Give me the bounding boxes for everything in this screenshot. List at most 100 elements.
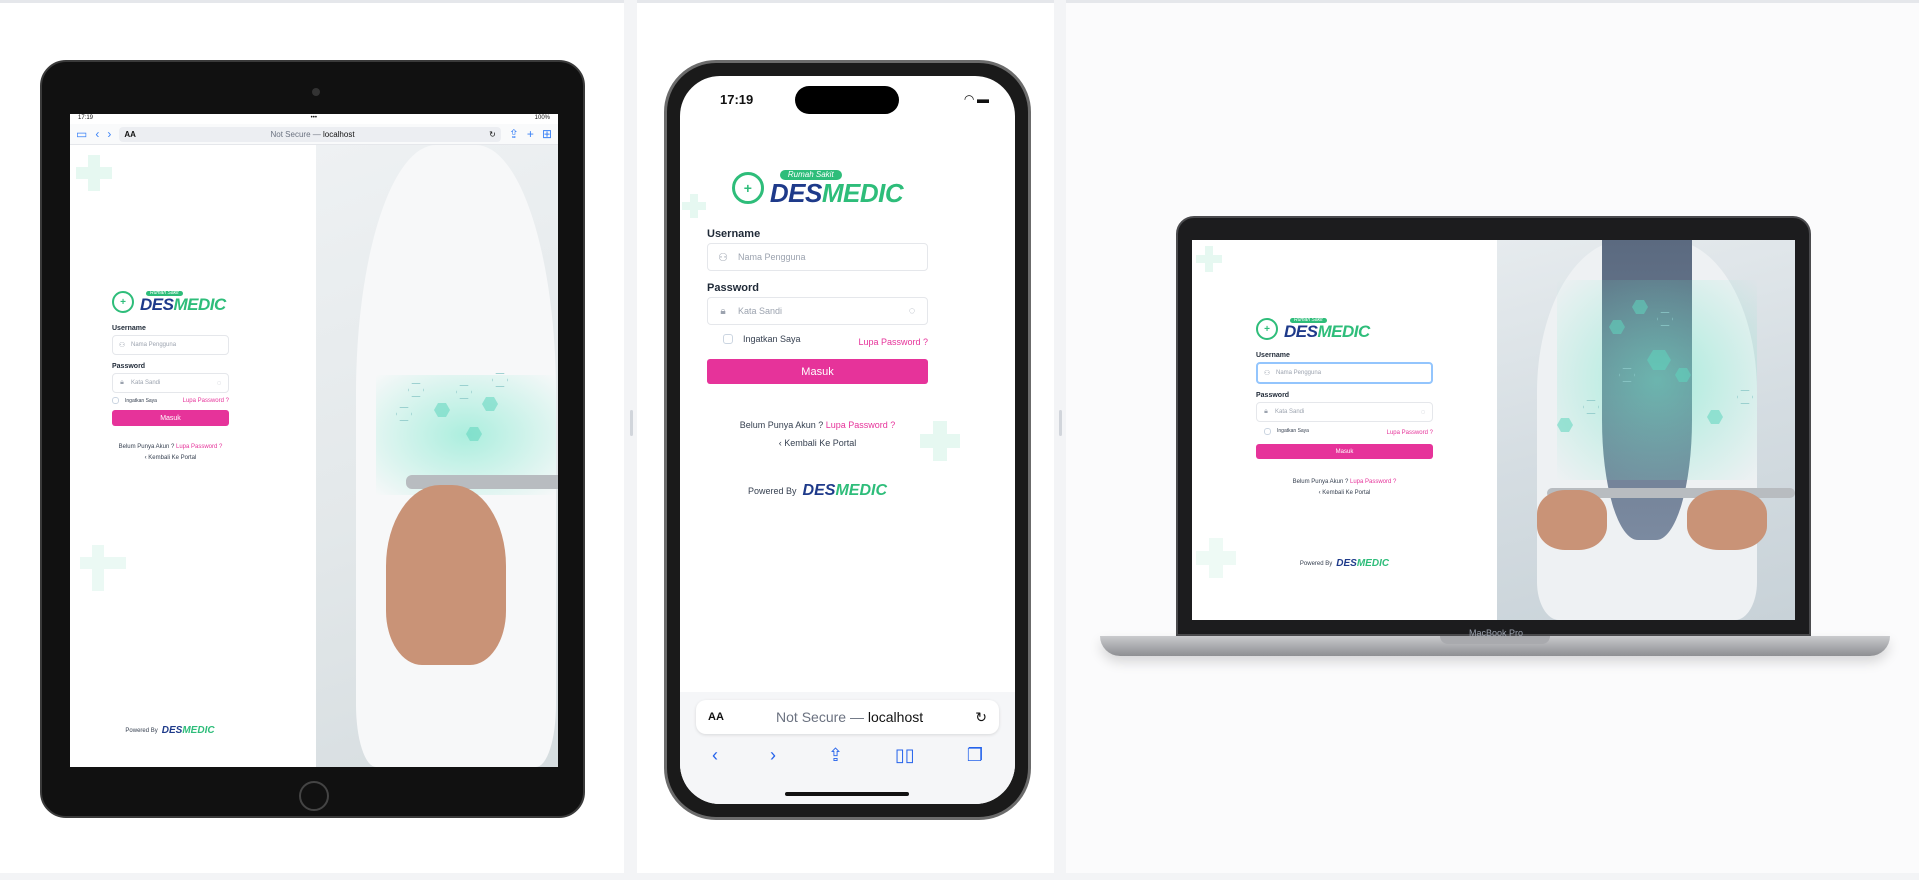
decor-cross-icon	[1196, 246, 1222, 272]
back-icon[interactable]: ‹	[712, 745, 718, 766]
address-bar[interactable]: AA Not Secure — localhost ↻	[119, 126, 501, 142]
phone-screen: 17:19 ◠ ▬ Rumah Sakit DESMEDIC Username …	[680, 76, 1015, 804]
hand-shape	[386, 485, 506, 665]
password-input[interactable]: 🔒︎ Kata Sandi ◌	[112, 373, 229, 393]
doctor-illustration	[1497, 240, 1795, 620]
register-link[interactable]: Lupa Password ?	[1350, 479, 1396, 485]
tabs-grid-icon[interactable]: ⊞	[542, 127, 552, 141]
lock-icon: 🔒︎	[1264, 408, 1268, 415]
forward-icon[interactable]: ›	[770, 745, 776, 766]
stethoscope-icon	[112, 291, 134, 313]
desmedic-logo: Rumah Sakit DESMEDIC	[707, 170, 928, 206]
url-host: localhost	[867, 709, 924, 725]
laptop-notch	[1440, 636, 1550, 644]
register-prompt: Belum Punya Akun ? Lupa Password ?	[1292, 479, 1397, 485]
desmedic-small-logo: DESMEDIC	[161, 725, 215, 736]
login-form: Rumah Sakit DESMEDIC Username ⚇ Nama Pen…	[707, 170, 928, 500]
user-icon: ⚇	[1263, 370, 1271, 377]
url-security: Not Secure —	[270, 129, 323, 139]
reload-icon[interactable]: ↻	[489, 130, 496, 139]
eye-off-icon[interactable]: ◌	[1414, 409, 1432, 416]
password-label: Password	[707, 282, 759, 294]
reader-aa[interactable]: AA	[124, 130, 136, 139]
reload-icon[interactable]: ↻	[975, 709, 987, 726]
back-to-portal-link[interactable]: ‹ Kembali Ke Portal	[707, 438, 928, 448]
browser-tools: ‹ › ⇪ ▯▯ ❐	[680, 745, 1015, 766]
submit-button[interactable]: Masuk	[112, 410, 229, 426]
status-dots: •••	[310, 115, 317, 121]
login-panel: #tablet-left .cross::before{left:12px;to…	[70, 145, 316, 767]
decor-cross-icon	[80, 545, 126, 591]
home-button[interactable]	[299, 781, 329, 811]
user-icon: ⚇	[118, 342, 126, 349]
password-label: Password	[112, 363, 146, 370]
password-label: Password	[1256, 392, 1290, 399]
camera-icon	[312, 88, 320, 96]
checkbox-box[interactable]	[723, 334, 733, 344]
register-prompt: Belum Punya Akun ? Lupa Password ?	[118, 444, 223, 450]
register-prompt: Belum Punya Akun ? Lupa Password ?	[739, 420, 896, 430]
tablet-page: #tablet-left .cross::before{left:12px;to…	[70, 145, 558, 767]
status-time: 17:19	[78, 115, 94, 121]
panel-resize-handle[interactable]	[630, 410, 633, 436]
login-form: Rumah Sakit DESMEDIC Username ⚇ Nama Pen…	[1256, 318, 1433, 569]
phone-device-frame: 17:19 ◠ ▬ Rumah Sakit DESMEDIC Username …	[664, 60, 1031, 820]
remember-checkbox[interactable]: Ingatkan Saya	[707, 334, 801, 344]
login-panel: Rumah Sakit DESMEDIC Username ⚇ Nama Pen…	[1192, 240, 1497, 620]
lock-icon: 🔒︎	[720, 305, 726, 317]
register-link[interactable]: Lupa Password ?	[826, 420, 896, 430]
submit-button[interactable]: Masuk	[707, 359, 928, 384]
sidebar-icon[interactable]: ▭	[76, 127, 87, 141]
submit-button[interactable]: Masuk	[1256, 444, 1433, 459]
share-icon[interactable]: ⇪	[509, 127, 519, 141]
home-indicator	[785, 792, 909, 796]
status-battery: 100%	[534, 115, 550, 121]
powered-by: Powered By DESMEDIC	[748, 482, 887, 499]
desmedic-logo: Rumah Sakit DESMEDIC	[1256, 318, 1433, 340]
laptop-base	[1100, 636, 1890, 656]
url-security: Not Secure —	[776, 709, 868, 725]
desmedic-small-logo: DESMEDIC	[802, 482, 887, 499]
back-to-portal-link[interactable]: ‹ Kembali Ke Portal	[112, 455, 229, 461]
username-input[interactable]: ⚇ Nama Pengguna	[707, 243, 928, 271]
powered-by: Powered By DESMEDIC	[1299, 558, 1390, 569]
user-icon: ⚇	[718, 251, 728, 264]
browser-toolbar: ▭ ‹ › AA Not Secure — localhost ↻ ⇪ + ⊞	[70, 124, 558, 145]
stethoscope-icon	[1256, 318, 1278, 340]
username-input[interactable]: ⚇ Nama Pengguna	[1256, 362, 1433, 384]
remember-checkbox[interactable]: Ingatkan Saya	[112, 397, 157, 404]
decor-cross-icon	[682, 194, 706, 218]
panel-resize-handle[interactable]	[1059, 410, 1062, 436]
tabs-icon[interactable]: ❐	[967, 745, 983, 766]
share-icon[interactable]: ⇪	[828, 745, 843, 766]
address-bar[interactable]: AA Not Secure — localhost ↻	[696, 700, 999, 734]
eye-off-icon[interactable]: ◌	[897, 305, 927, 317]
forgot-password-link[interactable]: Lupa Password ?	[183, 398, 229, 404]
forgot-password-link[interactable]: Lupa Password ?	[858, 337, 928, 347]
password-input[interactable]: 🔒︎ Kata Sandi ◌	[707, 297, 928, 325]
powered-by: Powered By DESMEDIC	[125, 725, 215, 736]
status-time: 17:19	[720, 92, 754, 107]
back-to-portal-link[interactable]: ‹ Kembali Ke Portal	[1256, 490, 1433, 496]
back-icon[interactable]: ‹	[95, 127, 99, 141]
username-label: Username	[112, 325, 146, 332]
remember-checkbox[interactable]: Ingatkan Saya	[1256, 427, 1309, 435]
eye-off-icon[interactable]: ◌	[210, 380, 228, 387]
username-input[interactable]: ⚇ Nama Pengguna	[112, 335, 229, 355]
stethoscope-icon	[731, 172, 764, 204]
browser-bottom-bar: AA Not Secure — localhost ↻ ‹ › ⇪ ▯▯ ❐	[680, 692, 1015, 804]
new-tab-icon[interactable]: +	[527, 127, 534, 141]
password-input[interactable]: 🔒︎ Kata Sandi ◌	[1256, 402, 1433, 422]
checkbox-box[interactable]	[1264, 427, 1271, 435]
forward-icon[interactable]: ›	[107, 127, 111, 141]
tablet-device-frame: 17:19 ••• 100% ▭ ‹ › AA Not Secure — loc…	[40, 60, 585, 818]
register-link[interactable]: Lupa Password ?	[176, 444, 222, 450]
laptop-device-frame: Rumah Sakit DESMEDIC Username ⚇ Nama Pen…	[1176, 216, 1811, 636]
checkbox-box[interactable]	[112, 397, 119, 404]
login-form: Rumah Sakit DESMEDIC Username ⚇ Nama Pen…	[112, 291, 229, 461]
username-label: Username	[1256, 352, 1290, 359]
forgot-password-link[interactable]: Lupa Password ?	[1387, 430, 1433, 436]
bookmarks-icon[interactable]: ▯▯	[895, 745, 915, 766]
desmedic-small-logo: DESMEDIC	[1336, 558, 1390, 569]
reader-aa[interactable]: AA	[708, 711, 724, 723]
